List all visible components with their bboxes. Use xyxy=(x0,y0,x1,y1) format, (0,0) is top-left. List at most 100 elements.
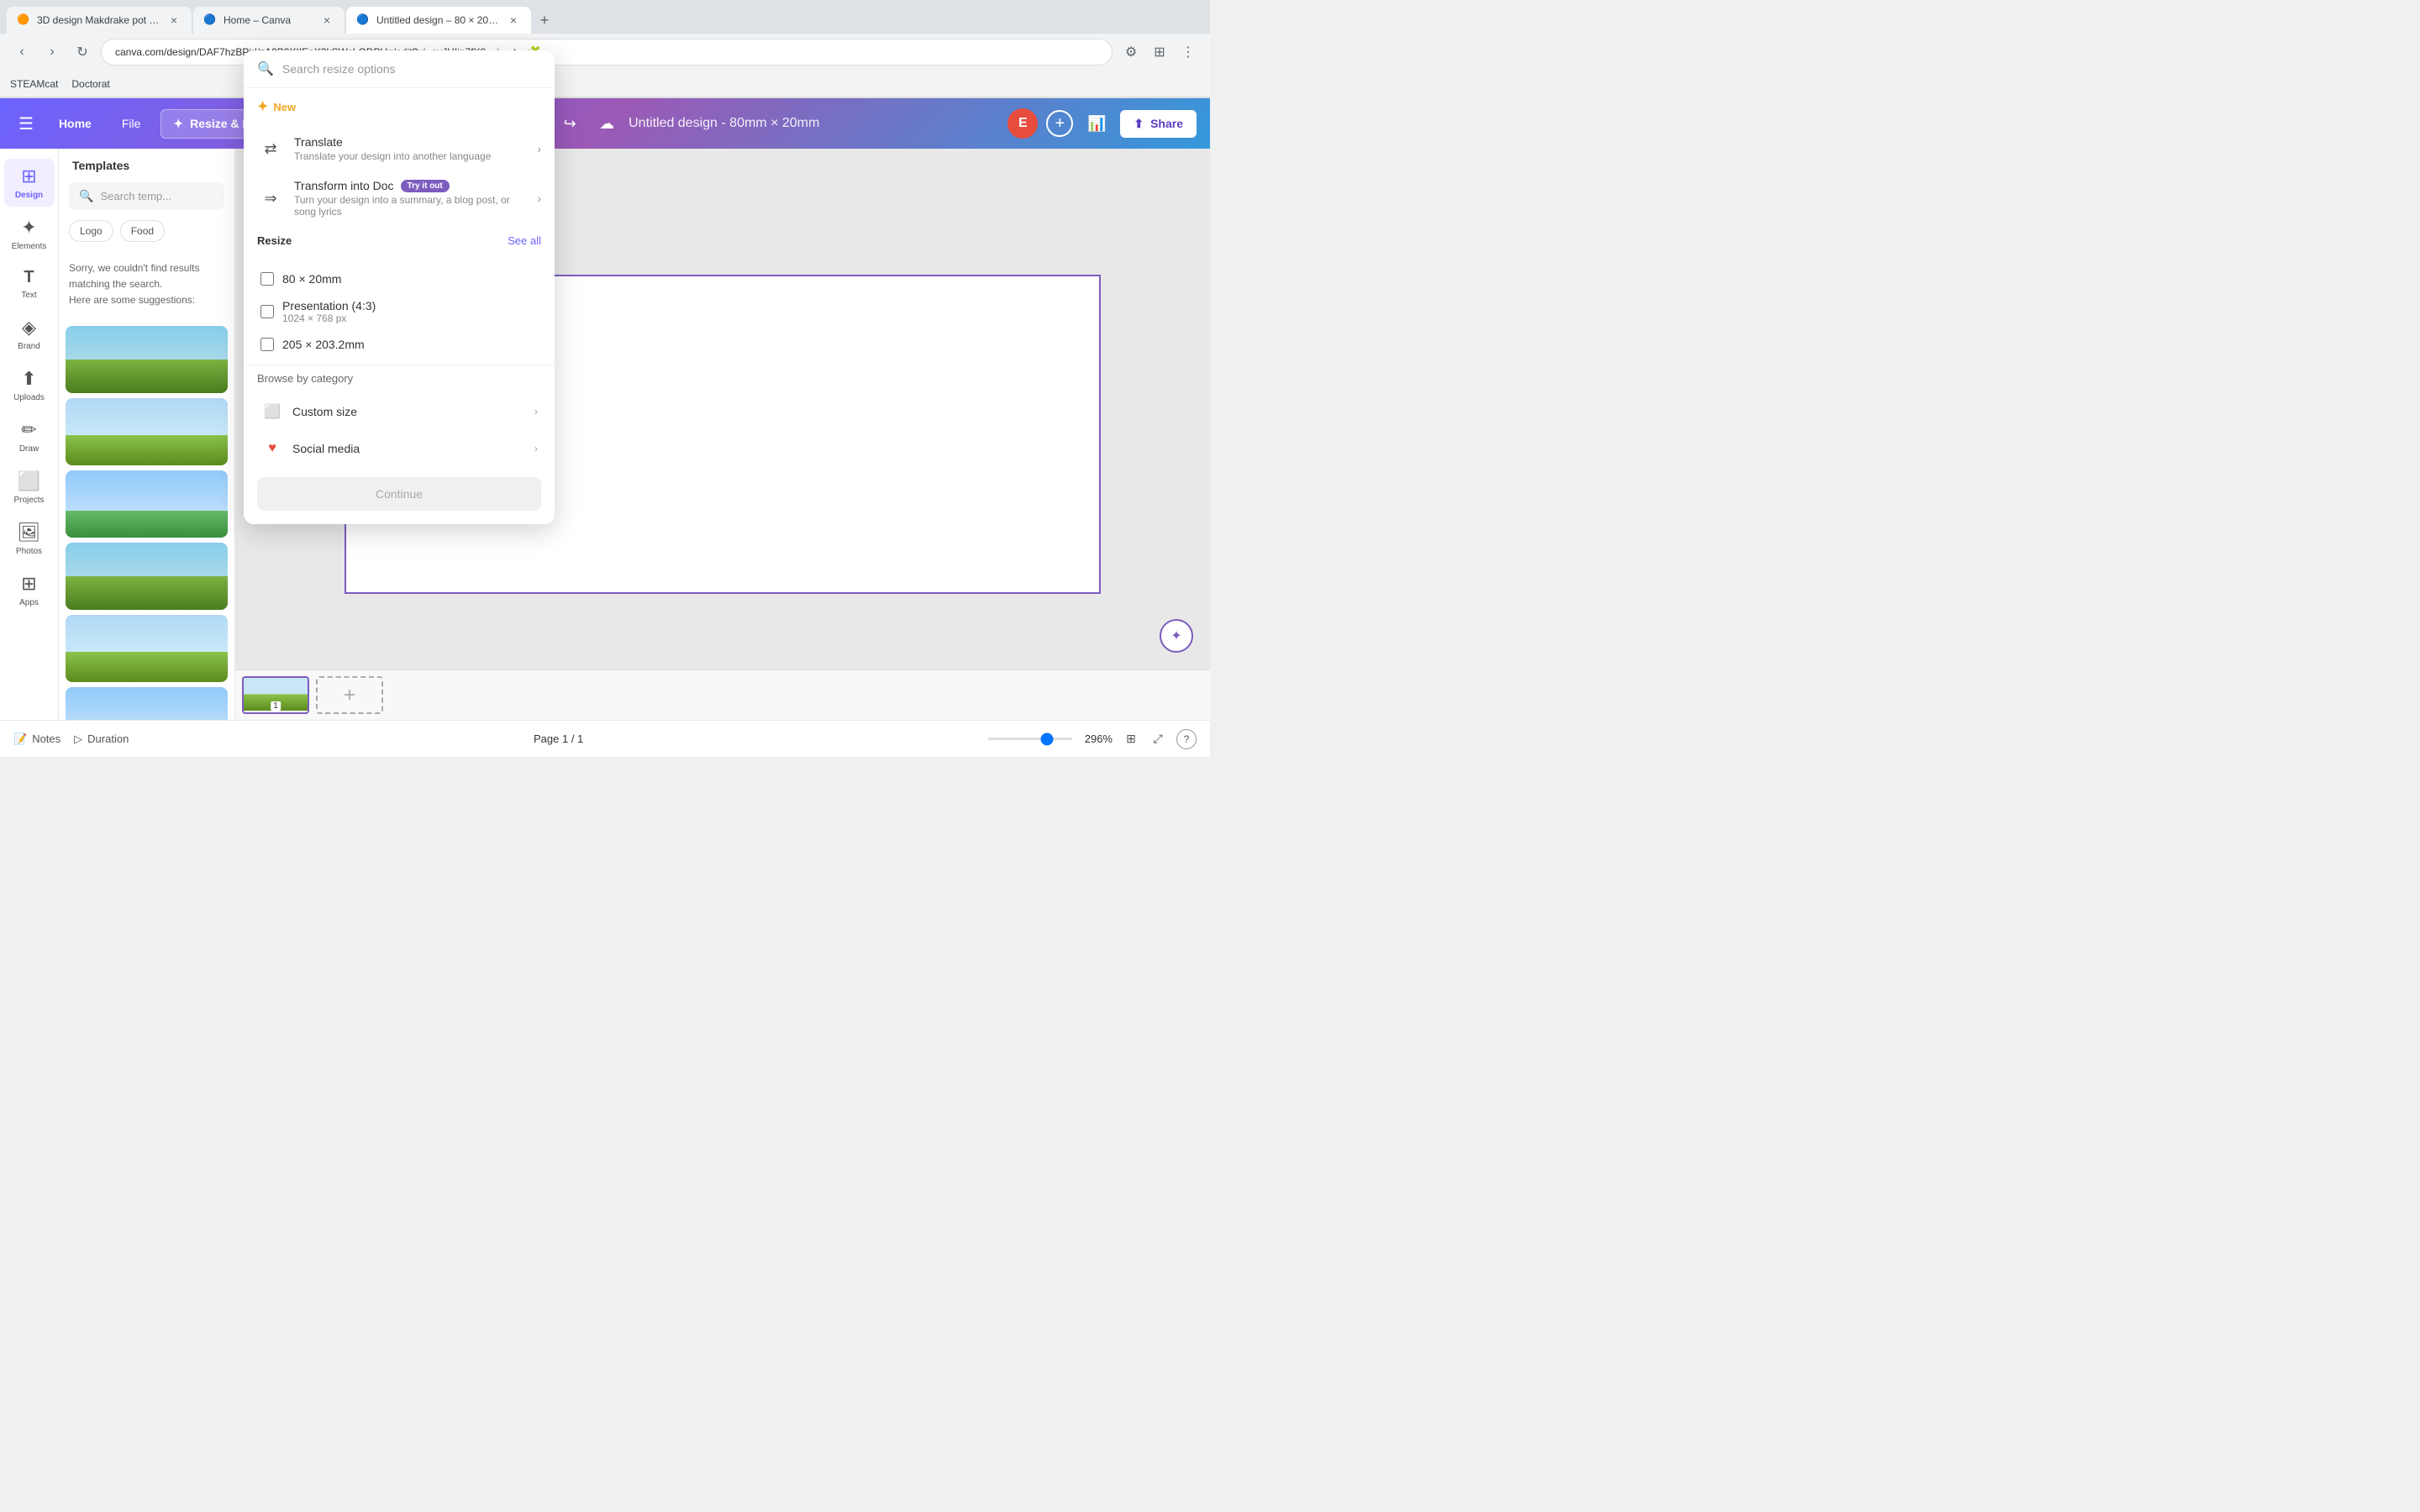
back-button[interactable]: ‹ xyxy=(10,40,34,64)
share-button[interactable]: ⬆ Share xyxy=(1120,110,1197,138)
resize-icon: ✦ xyxy=(173,117,183,131)
split-screen-icon[interactable]: ⊞ xyxy=(1148,40,1171,64)
add-collaborator-button[interactable]: + xyxy=(1046,110,1073,137)
notes-icon: 📝 xyxy=(13,732,27,746)
more-options-icon[interactable]: ⋮ xyxy=(1176,40,1200,64)
resize-dropdown: 🔍 ✦ New ⇄ Translate Translate your desig… xyxy=(244,50,555,524)
browse-item-social[interactable]: ♥ Social media › xyxy=(257,430,541,467)
bookmark-steamcat[interactable]: STEAMcat xyxy=(10,78,58,90)
sidebar-item-uploads[interactable]: ⬆ Uploads xyxy=(4,361,55,409)
canvas-thumbnail-strip: 1 + xyxy=(235,669,1210,720)
dropdown-search-bar: 🔍 xyxy=(244,50,555,88)
new-label: New xyxy=(273,101,296,113)
ai-assistant-button[interactable]: ✦ xyxy=(1160,619,1193,653)
draw-icon: ✏ xyxy=(21,419,36,441)
new-tab-button[interactable]: + xyxy=(533,8,556,32)
browse-section: Browse by category ⬜ Custom size › ♥ Soc… xyxy=(244,365,555,477)
sidebar-item-elements[interactable]: ✦ Elements xyxy=(4,210,55,258)
pill-food[interactable]: Food xyxy=(120,220,165,242)
browse-item-custom[interactable]: ⬜ Custom size › xyxy=(257,393,541,430)
top-bar-right: E + 📊 ⬆ Share xyxy=(1007,108,1197,139)
sidebar-item-text[interactable]: T Text xyxy=(4,261,55,307)
tab-2-close[interactable]: × xyxy=(319,13,334,28)
sidebar-item-draw[interactable]: ✏ Draw xyxy=(4,412,55,460)
zoom-slider[interactable] xyxy=(988,738,1072,740)
dropdown-search-input[interactable] xyxy=(282,62,541,76)
sidebar-item-projects[interactable]: ⬜ Projects xyxy=(4,464,55,512)
redo-button[interactable]: ↪ xyxy=(555,108,585,139)
template-item-2[interactable] xyxy=(66,398,228,465)
file-button[interactable]: File xyxy=(112,112,151,135)
zoom-controls: 296% ⊞ ⤢ ? xyxy=(988,727,1197,751)
tab-3-favicon: 🔵 xyxy=(356,13,370,27)
sidebar-label-photos: Photos xyxy=(16,547,42,556)
resize-checkbox-2[interactable] xyxy=(260,305,274,318)
browse-item-social-arrow: › xyxy=(534,443,538,454)
dropdown-search-icon: 🔍 xyxy=(257,60,274,77)
duration-label: Duration xyxy=(87,732,129,745)
help-button[interactable]: ? xyxy=(1176,729,1197,749)
sidebar-item-brand[interactable]: ◈ Brand xyxy=(4,310,55,358)
search-input[interactable] xyxy=(100,190,248,202)
bookmark-doctorat[interactable]: Doctorat xyxy=(71,78,109,90)
thumbnail-page-1[interactable]: 1 xyxy=(242,676,309,714)
profile-icon[interactable]: ⚙ xyxy=(1119,40,1143,64)
template-item-4[interactable] xyxy=(66,543,228,610)
resize-checkbox-1[interactable] xyxy=(260,272,274,286)
elements-icon: ✦ xyxy=(21,217,36,239)
user-avatar[interactable]: E xyxy=(1007,108,1038,139)
fullscreen-button[interactable]: ⤢ xyxy=(1146,727,1170,751)
resize-option-label-2: Presentation (4:3) xyxy=(282,299,376,312)
resize-option-3[interactable]: 205 × 203.2mm xyxy=(257,331,541,358)
design-icon: ⊞ xyxy=(21,165,36,187)
add-page-button[interactable]: + xyxy=(316,676,383,714)
browser-tab-1[interactable]: 🟠 3D design Makdrake pot – RE... × xyxy=(7,7,192,34)
new-badge: ✦ New xyxy=(244,88,555,115)
notes-button[interactable]: 📝 Notes xyxy=(13,732,60,746)
translate-title: Translate xyxy=(294,135,527,149)
continue-button[interactable]: Continue xyxy=(257,477,541,511)
stats-button[interactable]: 📊 xyxy=(1081,108,1112,139)
sidebar-item-apps[interactable]: ⊞ Apps xyxy=(4,566,55,614)
home-button[interactable]: Home xyxy=(49,112,102,135)
resize-checkbox-3[interactable] xyxy=(260,338,274,351)
tab-3-close[interactable]: × xyxy=(506,13,521,28)
grid-view-button[interactable]: ⊞ xyxy=(1119,727,1143,751)
browser-tab-2[interactable]: 🔵 Home – Canva × xyxy=(193,7,345,34)
sidebar-label-draw: Draw xyxy=(19,444,39,454)
bottom-bar: 📝 Notes ▷ Duration Page 1 / 1 296% ⊞ ⤢ ? xyxy=(0,720,1210,757)
hamburger-button[interactable]: ☰ xyxy=(13,108,39,139)
pill-logo[interactable]: Logo xyxy=(69,220,113,242)
document-title[interactable]: Untitled design - 80mm × 20mm xyxy=(629,116,819,131)
template-item-1[interactable] xyxy=(66,326,228,393)
sidebar-label-elements: Elements xyxy=(12,242,47,251)
browser-tab-3[interactable]: 🔵 Untitled design – 80 × 20mm × xyxy=(346,7,531,34)
tab-1-close[interactable]: × xyxy=(166,13,182,28)
resize-option-label-1: 80 × 20mm xyxy=(282,272,341,286)
notes-label: Notes xyxy=(32,732,60,745)
resize-option-1[interactable]: 80 × 20mm xyxy=(257,265,541,292)
resize-option-2[interactable]: Presentation (4:3) 1024 × 768 px xyxy=(257,292,541,331)
browse-item-custom-label: Custom size xyxy=(292,405,526,418)
bottom-left: 📝 Notes ▷ Duration xyxy=(13,732,129,746)
browser-toolbar: ‹ › ↻ canva.com/design/DAF7hzBPjrl/zA9B0… xyxy=(0,34,1210,71)
translate-item[interactable]: ⇄ Translate Translate your design into a… xyxy=(244,127,555,171)
transform-doc-item[interactable]: ⇒ Transform into Doc Try it out Turn you… xyxy=(244,171,555,226)
transform-title: Transform into Doc Try it out xyxy=(294,179,527,192)
sidebar-item-design[interactable]: ⊞ Design xyxy=(4,159,55,207)
photos-icon: 🖼 xyxy=(18,522,41,543)
cloud-save-button[interactable]: ☁ xyxy=(592,108,622,139)
see-all-link[interactable]: See all xyxy=(508,234,541,247)
forward-button[interactable]: › xyxy=(40,40,64,64)
sidebar-item-photos[interactable]: 🖼 Photos xyxy=(4,515,55,563)
page-number-1: 1 xyxy=(271,701,281,711)
template-item-3[interactable] xyxy=(66,470,228,538)
duration-button[interactable]: ▷ Duration xyxy=(74,732,129,746)
search-bar: 🔍 xyxy=(69,182,224,210)
template-item-6[interactable] xyxy=(66,687,228,720)
transform-arrow: › xyxy=(537,192,541,205)
zoom-level: 296% xyxy=(1079,732,1113,745)
template-item-5[interactable] xyxy=(66,615,228,682)
apps-icon: ⊞ xyxy=(21,573,36,595)
reload-button[interactable]: ↻ xyxy=(71,40,94,64)
